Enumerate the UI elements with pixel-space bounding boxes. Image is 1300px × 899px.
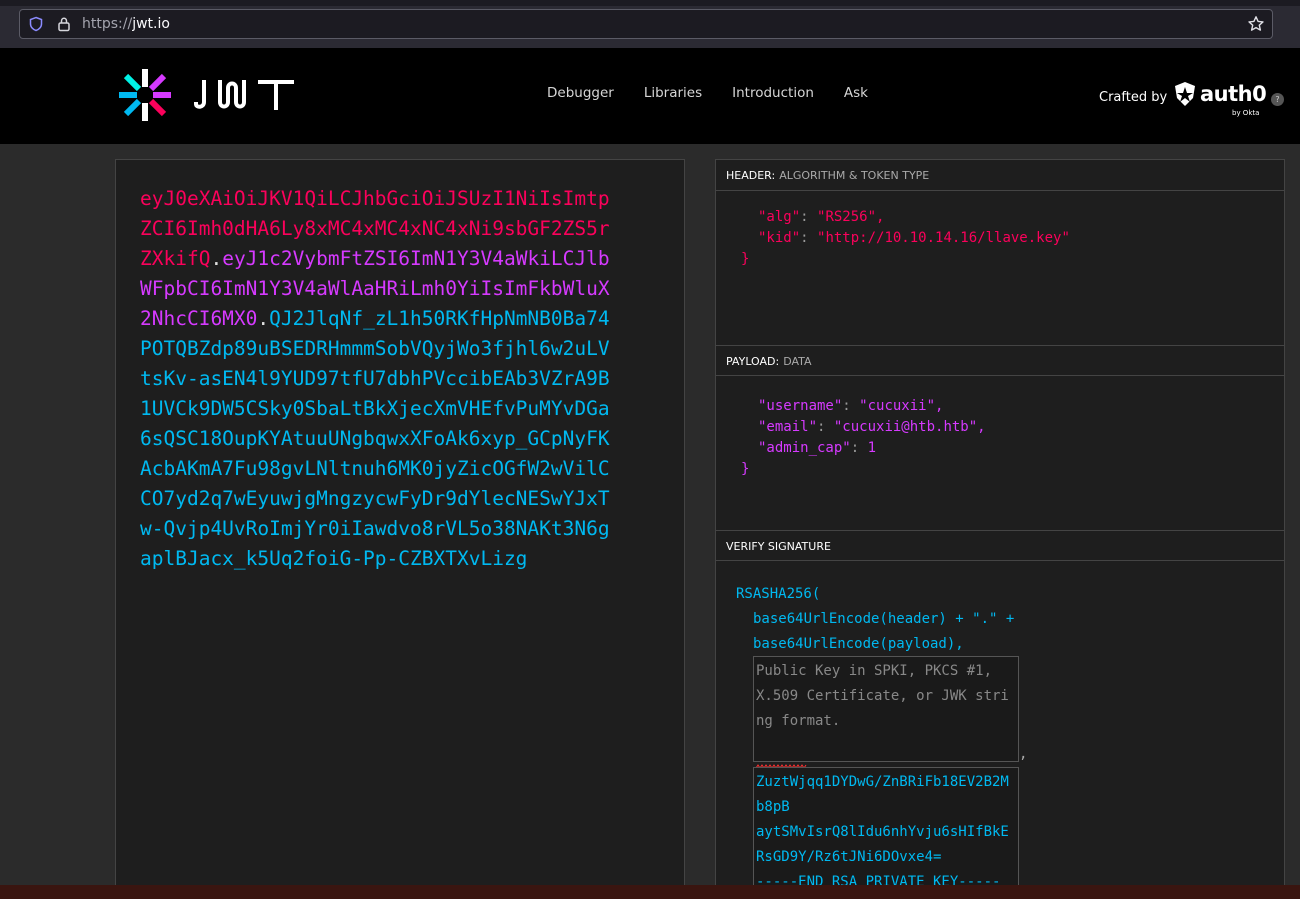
payload-section-title: PAYLOAD: DATA xyxy=(716,345,1284,376)
sig-line-payload: base64UrlEncode(payload), xyxy=(753,636,964,652)
by-okta-label: by Okta xyxy=(1232,109,1260,117)
json-line: "admin_cap": 1 xyxy=(758,440,877,456)
jwt-wordmark xyxy=(193,80,294,110)
auth0-shield-icon[interactable] xyxy=(1173,81,1197,107)
header-section-title: HEADER: ALGORITHM & TOKEN TYPE xyxy=(716,160,1284,191)
url-bar[interactable]: https://jwt.io xyxy=(19,9,1273,39)
help-icon[interactable]: ? xyxy=(1271,93,1284,106)
token-dot: . xyxy=(257,307,270,330)
json-line: "kid": "http://10.10.14.16/llave.key" xyxy=(758,230,1070,246)
crafted-by-label: Crafted by xyxy=(1099,90,1168,105)
json-close-brace: } xyxy=(741,251,750,267)
nav-libraries[interactable]: Libraries xyxy=(644,85,702,101)
token-dot: . xyxy=(210,247,223,270)
payload-section-sub: DATA xyxy=(783,355,812,368)
json-key: "alg" xyxy=(758,209,801,225)
json-key: "kid" xyxy=(758,230,801,246)
auth0-brand[interactable]: auth0 xyxy=(1200,82,1267,106)
desktop-background-strip xyxy=(0,885,1300,899)
json-value: "RS256", xyxy=(817,209,885,225)
nav-debugger[interactable]: Debugger xyxy=(547,85,614,101)
url-text[interactable]: https://jwt.io xyxy=(82,16,170,32)
json-line: "email": "cucuxii@htb.htb", xyxy=(758,419,986,435)
sig-line-header: base64UrlEncode(header) + "." + xyxy=(753,611,1015,627)
header-json-editor[interactable]: "alg": "RS256", "kid": "http://10.10.14.… xyxy=(716,207,1284,345)
nav-ask[interactable]: Ask xyxy=(844,85,868,101)
url-protocol: https:// xyxy=(82,16,133,32)
json-value: "cucuxii", xyxy=(859,398,944,414)
shield-icon[interactable] xyxy=(28,16,44,32)
verify-section-label: VERIFY SIGNATURE xyxy=(726,540,831,553)
encoded-token-panel[interactable]: eyJ0eXAiOiJKV1QiLCJhbGciOiJSUzI1NiIsImtp… xyxy=(115,159,685,899)
jwt-logo-icon[interactable] xyxy=(115,65,175,125)
payload-json-editor[interactable]: "username": "cucuxii", "email": "cucuxii… xyxy=(716,396,1284,530)
header-section-sub: ALGORITHM & TOKEN TYPE xyxy=(779,169,930,182)
public-key-input[interactable]: Public Key in SPKI, PKCS #1, X.509 Certi… xyxy=(753,656,1019,762)
sig-comma: , xyxy=(1019,746,1028,762)
json-close-brace: } xyxy=(741,461,750,477)
json-line: "username": "cucuxii", xyxy=(758,398,944,414)
json-key: "admin_cap" xyxy=(758,440,851,456)
debugger-main: eyJ0eXAiOiJKV1QiLCJhbGciOiJSUzI1NiIsImtp… xyxy=(0,144,1300,899)
header-section-label: HEADER: xyxy=(726,169,776,182)
json-value: "cucuxii@htb.htb", xyxy=(833,419,986,435)
lock-icon[interactable] xyxy=(56,16,72,32)
json-value: "http://10.10.14.16/llave.key" xyxy=(817,230,1070,246)
json-value: 1 xyxy=(867,440,877,456)
json-key: "username" xyxy=(758,398,843,414)
json-key: "email" xyxy=(758,419,818,435)
decoded-panel: HEADER: ALGORITHM & TOKEN TYPE "alg": "RS… xyxy=(715,159,1285,899)
url-host: jwt.io xyxy=(132,16,170,32)
sig-function: RSASHA256( xyxy=(736,586,821,602)
payload-section-label: PAYLOAD: xyxy=(726,355,780,368)
nav-introduction[interactable]: Introduction xyxy=(732,85,814,101)
verify-section-title: VERIFY SIGNATURE xyxy=(716,530,1284,561)
token-signature-part: QJ2JlqNf_zL1h50RKfHpNmNB0Ba74POTQBZdp89u… xyxy=(140,307,610,570)
site-header: Debugger Libraries Introduction Ask Craf… xyxy=(0,48,1300,144)
private-key-input[interactable]: ZuztWjqq1DYDwG/ZnBRiFb18EV2B2Mb8pB aytSM… xyxy=(753,767,1019,899)
bookmark-star-icon[interactable] xyxy=(1247,15,1265,33)
json-line: "alg": "RS256", xyxy=(758,209,885,225)
browser-toolbar: https://jwt.io xyxy=(0,0,1300,48)
encoded-token[interactable]: eyJ0eXAiOiJKV1QiLCJhbGciOiJSUzI1NiIsImtp… xyxy=(140,184,616,574)
main-nav: Debugger Libraries Introduction Ask xyxy=(547,85,898,101)
